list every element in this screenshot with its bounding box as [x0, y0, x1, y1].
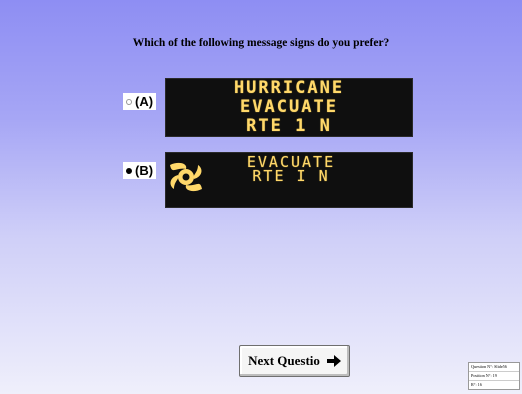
sign-b-text: EVACUATE RTE I N [226, 155, 356, 185]
sign-b-line-2: RTE I N [252, 167, 330, 185]
question-text: Which of the following message signs do … [132, 37, 390, 49]
next-question-button[interactable]: Next Questio [239, 345, 350, 377]
option-a-radio[interactable]: (A) [123, 93, 157, 110]
option-b-label: (B) [135, 163, 154, 178]
message-sign-b: EVACUATE RTE I N [165, 152, 413, 208]
sign-a-line-1: HURRICANE [233, 78, 345, 98]
sign-a-line-2: EVACUATE [240, 97, 338, 117]
sign-a-line-3: RTE 1 N [246, 116, 332, 136]
survey-slide: Which of the following message signs do … [0, 0, 522, 394]
hurricane-symbol-icon [170, 162, 202, 192]
next-question-label: Next Questio [248, 353, 320, 368]
message-sign-a: HURRICANE EVACUATE RTE 1 N [165, 78, 413, 137]
radio-unselected[interactable] [126, 98, 132, 105]
status-box: Question N°: Slide56 Position N°: 19 R°:… [468, 362, 520, 390]
right-arrow-icon [326, 355, 341, 367]
question-number: Question N°: Slide56 [469, 363, 519, 372]
option-b-radio[interactable]: (B) [123, 162, 157, 179]
option-a-label: (A) [135, 94, 154, 109]
position-number: Position N°: 19 [469, 372, 519, 381]
radio-selected[interactable] [126, 167, 132, 174]
r-number: R°: 16 [471, 382, 482, 387]
